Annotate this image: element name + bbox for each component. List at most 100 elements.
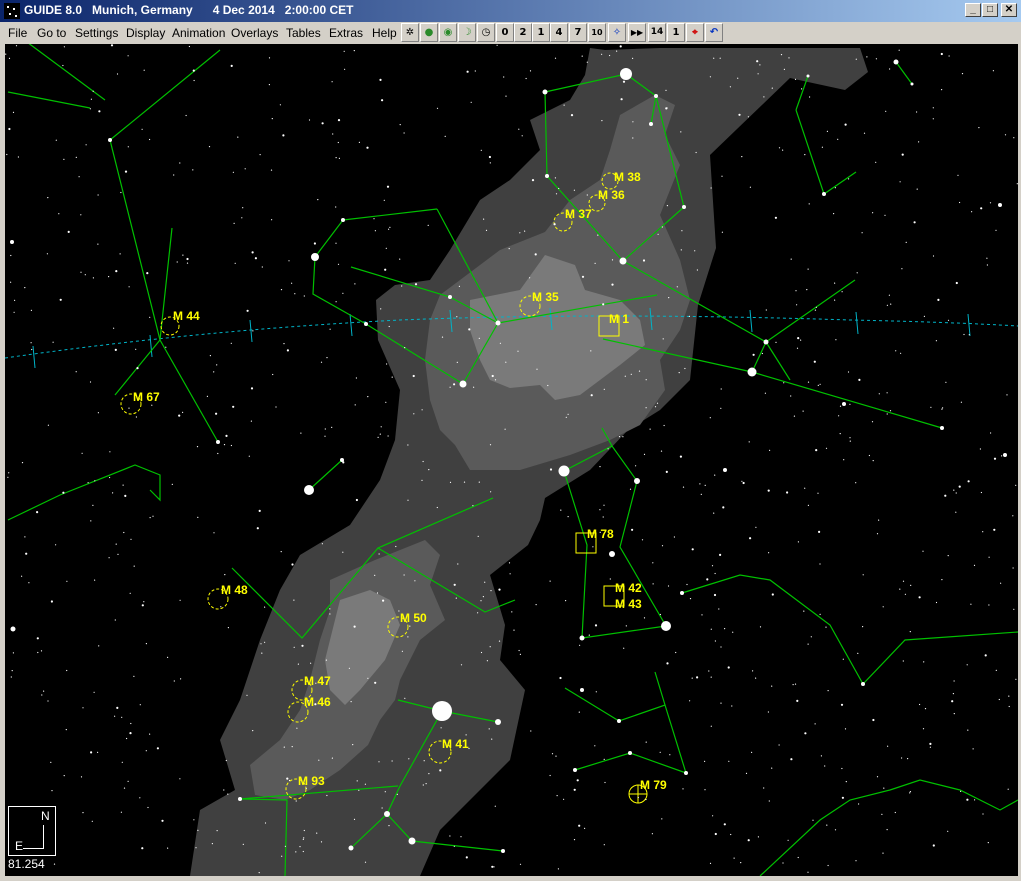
faint-star	[905, 241, 907, 243]
faint-star	[478, 337, 480, 339]
fast-forward-icon[interactable]: ▶▶	[628, 23, 646, 42]
star-chart[interactable]: M 38 M 36 M 37 M 35 M 1 M 44 M 67 M 78 M…	[5, 44, 1018, 876]
faint-star	[878, 393, 880, 395]
label-m93[interactable]: M 93	[298, 774, 325, 788]
faint-star	[280, 551, 282, 553]
label-m79[interactable]: M 79	[640, 778, 667, 792]
faint-star	[453, 383, 456, 386]
faint-star	[960, 401, 963, 403]
faint-star	[494, 805, 496, 807]
faint-star	[124, 494, 127, 497]
satellite-icon[interactable]: ✲	[401, 23, 419, 42]
target-icon[interactable]: ⌖	[686, 23, 704, 42]
label-m48[interactable]: M 48	[221, 583, 248, 597]
label-m38[interactable]: M 38	[614, 170, 641, 184]
faint-star	[694, 250, 696, 252]
faint-star	[935, 340, 938, 342]
clock-icon[interactable]: ◷	[477, 23, 495, 42]
maximize-button[interactable]: □	[982, 3, 998, 17]
star-map-icon[interactable]: ✧	[608, 23, 626, 42]
planet-icon[interactable]: ●	[420, 23, 438, 42]
faint-star	[953, 713, 955, 715]
menu-display[interactable]: Display	[126, 26, 165, 40]
label-m42[interactable]: M 42	[615, 581, 642, 595]
menu-help[interactable]: Help	[372, 26, 397, 40]
minimize-button[interactable]: _	[965, 3, 981, 17]
faint-star	[399, 124, 401, 126]
zoom-0-icon[interactable]: 0	[496, 23, 514, 42]
label-m36[interactable]: M 36	[598, 188, 625, 202]
faint-star	[913, 221, 916, 224]
faint-star	[951, 700, 954, 703]
zoom-7-icon[interactable]: 7	[569, 23, 587, 42]
menu-tables[interactable]: Tables	[286, 26, 321, 40]
menu-goto[interactable]: Go to	[37, 26, 66, 40]
menu-extras[interactable]: Extras	[329, 26, 363, 40]
faint-star	[711, 565, 714, 567]
menu-file[interactable]: File	[8, 26, 27, 40]
label-m41[interactable]: M 41	[442, 737, 469, 751]
faint-star	[584, 827, 586, 830]
faint-star	[554, 177, 557, 179]
faint-star	[484, 581, 486, 583]
close-button[interactable]: ✕	[1001, 3, 1017, 17]
label-m37[interactable]: M 37	[565, 207, 592, 221]
zoom-4-icon[interactable]: 4	[550, 23, 568, 42]
faint-star	[732, 631, 734, 633]
menu-animation[interactable]: Animation	[172, 26, 225, 40]
sky-map[interactable]: M 38 M 36 M 37 M 35 M 1 M 44 M 67 M 78 M…	[5, 44, 1018, 876]
label-m47[interactable]: M 47	[304, 674, 331, 688]
faint-star	[196, 446, 199, 448]
faint-star	[10, 676, 12, 678]
faint-star	[573, 788, 576, 791]
faint-star	[603, 504, 605, 506]
faint-star	[942, 407, 944, 409]
faint-star	[379, 433, 381, 435]
undo-icon[interactable]: ↶	[705, 23, 723, 42]
faint-star	[288, 260, 290, 262]
moon-icon[interactable]: ☽	[458, 23, 476, 42]
label-m46[interactable]: M 46	[304, 695, 331, 709]
faint-star	[499, 342, 501, 344]
zoom-2-icon[interactable]: 2	[514, 23, 532, 42]
faint-star	[797, 541, 800, 543]
faint-star	[966, 798, 969, 801]
label-m50[interactable]: M 50	[400, 611, 427, 625]
menu-overlays[interactable]: Overlays	[231, 26, 278, 40]
faint-star	[141, 128, 143, 130]
zoom-1-icon[interactable]: 1	[532, 23, 550, 42]
faint-star	[817, 492, 819, 494]
label-m35[interactable]: M 35	[532, 290, 559, 304]
faint-star	[953, 680, 955, 682]
faint-star	[953, 489, 955, 491]
label-m43[interactable]: M 43	[615, 597, 642, 611]
menu-settings[interactable]: Settings	[75, 26, 118, 40]
guide-app-icon[interactable]	[4, 3, 20, 19]
faint-star	[844, 728, 847, 730]
faint-star	[343, 50, 345, 52]
label-m1[interactable]: M 1	[609, 312, 629, 326]
faint-star	[645, 798, 647, 801]
sun-icon[interactable]: ◉	[439, 23, 457, 42]
faint-star	[783, 68, 786, 70]
faint-star	[923, 315, 926, 317]
faint-star	[310, 662, 312, 664]
faint-star	[790, 395, 792, 397]
faint-star	[536, 368, 538, 370]
faint-star	[21, 575, 23, 577]
faint-star	[388, 825, 390, 827]
label-m78[interactable]: M 78	[587, 527, 614, 541]
faint-star	[504, 428, 506, 430]
faint-star	[886, 829, 888, 831]
zoom-10-icon[interactable]: 10	[588, 23, 606, 42]
faint-star	[524, 230, 526, 232]
faint-star	[404, 697, 406, 699]
level-14-icon[interactable]: 14	[648, 23, 666, 42]
label-m44[interactable]: M 44	[173, 309, 200, 323]
faint-star	[1001, 455, 1003, 457]
label-m67[interactable]: M 67	[133, 390, 160, 404]
level-1-icon[interactable]: 1	[667, 23, 685, 42]
faint-star	[335, 242, 337, 244]
faint-star	[599, 509, 601, 511]
faint-star	[332, 133, 334, 135]
